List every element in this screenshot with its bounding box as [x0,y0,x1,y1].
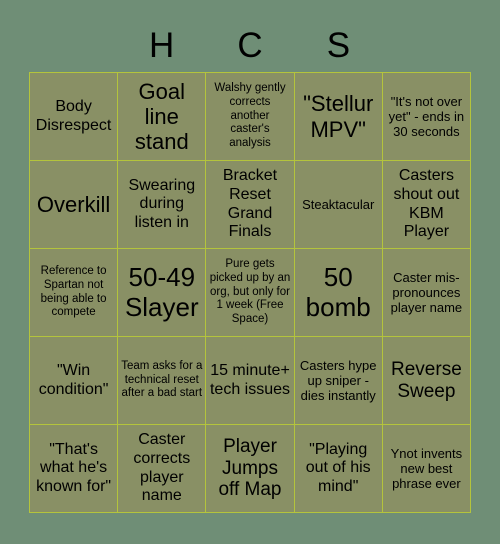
bingo-cell-label: 50-49 Slayer [124,261,199,322]
bingo-cell-label: Casters hype up sniper - dies instantly [299,357,377,404]
bingo-cell[interactable]: Overkill [30,161,118,248]
bingo-cell[interactable]: Ynot invents new best phrase ever [382,425,470,512]
bingo-grid: Body Disrespect Goal line stand Walshy gen… [29,72,471,513]
bingo-cell[interactable]: "Stellur MPV" [294,73,382,160]
bingo-title: H C S [29,22,471,68]
bingo-cell[interactable]: Swearing during listen in [118,161,206,248]
bingo-cell[interactable]: Caster corrects player name [118,425,206,512]
bingo-cell-label: 50 bomb [305,261,371,322]
bingo-cell-label: Body Disrespect [35,97,112,134]
bingo-cell-label: Steaktacular [302,196,375,212]
bingo-cell[interactable]: Body Disrespect [30,73,118,160]
bingo-cell-label: Player Jumps off Map [218,435,282,501]
bingo-cell-label: 15 minute+ tech issues [209,361,291,398]
bingo-cell[interactable]: Player Jumps off Map [206,425,294,512]
bingo-cell[interactable]: Casters shout out KBM Player [382,161,470,248]
bingo-cell[interactable]: Goal line stand [118,73,206,160]
bingo-cell[interactable]: 15 minute+ tech issues [206,337,294,424]
bingo-cell[interactable]: Walshy gently corrects another caster's … [206,73,294,160]
bingo-cell[interactable]: Bracket Reset Grand Finals [206,161,294,248]
bingo-cell-label: Goal line stand [134,78,189,155]
bingo-cell[interactable]: Team asks for a technical reset after a … [118,337,206,424]
bingo-cell-label: Ynot invents new best phrase ever [390,445,463,492]
title-letter-2: H [148,25,175,65]
bingo-cell[interactable]: Caster mis-pronounces player name [382,249,470,336]
bingo-cell[interactable]: "Playing out of his mind" [294,425,382,512]
bingo-cell[interactable]: "It's not over yet" - ends in 30 seconds [382,73,470,160]
bingo-cell-label: Swearing during listen in [128,176,196,231]
bingo-cell-label: "That's what he's known for" [36,440,112,495]
bingo-cell-label: Pure gets picked up by an org, but only … [209,258,291,326]
bingo-cell-label: Walshy gently corrects another caster's … [214,82,286,150]
bingo-cell-label: "Stellur MPV" [303,91,374,142]
bingo-cell[interactable]: "That's what he's known for" [30,425,118,512]
bingo-cell-label: Bracket Reset Grand Finals [222,167,278,241]
bingo-cell[interactable]: Reference to Spartan not being able to c… [30,249,118,336]
bingo-cell-free-space[interactable]: Pure gets picked up by an org, but only … [206,249,294,336]
bingo-cell-label: "Playing out of his mind" [305,440,371,495]
bingo-cell-label: "Win condition" [38,361,109,398]
bingo-cell-label: Casters shout out KBM Player [393,167,460,241]
bingo-cell-label: Reference to Spartan not being able to c… [40,264,107,319]
bingo-cell-label: Team asks for a technical reset after a … [121,359,203,400]
bingo-cell[interactable]: Casters hype up sniper - dies instantly [294,337,382,424]
bingo-cell[interactable]: Reverse Sweep [382,337,470,424]
bingo-cell[interactable]: "Win condition" [30,337,118,424]
bingo-cell-label: "It's not over yet" - ends in 30 seconds [388,93,465,140]
title-letter-4: S [326,25,351,65]
bingo-cell-label: Caster corrects player name [133,431,191,505]
bingo-cell-label: Overkill [36,191,111,217]
bingo-cell[interactable]: 50-49 Slayer [118,249,206,336]
bingo-cell-label: Caster mis-pronounces player name [390,269,463,316]
bingo-cell-label: Reverse Sweep [391,358,462,402]
bingo-card-page: H C S Body Disrespect Goal line stand Wals… [0,0,500,544]
title-letter-3: C [237,25,263,65]
bingo-cell[interactable]: 50 bomb [294,249,382,336]
bingo-cell[interactable]: Steaktacular [294,161,382,248]
